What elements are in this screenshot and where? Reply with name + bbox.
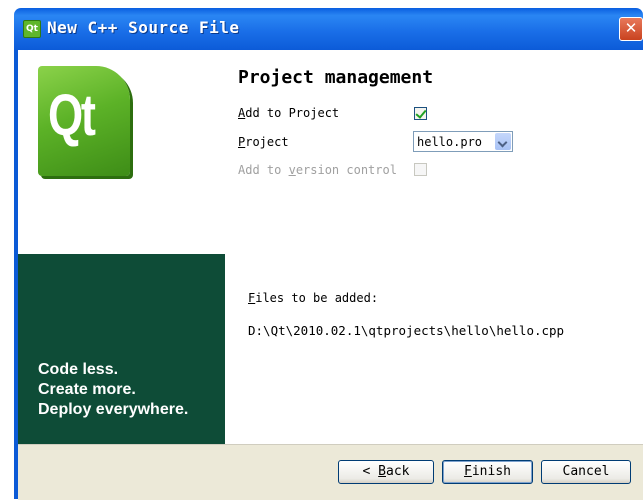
back-arrow-icon: < (362, 464, 371, 479)
chevron-down-icon[interactable] (495, 133, 511, 150)
project-select-value: hello.pro (417, 135, 483, 149)
cancel-button[interactable]: Cancel (541, 460, 631, 484)
qt-logo-icon: Qt (38, 66, 130, 176)
wizard-body: Qt Code less. Create more. Deploy everyw… (18, 50, 643, 500)
slogan-line-2: Create more. (38, 381, 136, 398)
file-path: D:\Qt\2010.02.1\qtprojects\hello\hello.c… (248, 323, 565, 338)
project-label: Project (238, 135, 289, 149)
back-button[interactable]: < Back (338, 460, 434, 484)
window-title: New C++ Source File (47, 18, 240, 37)
files-to-add-label: Files to be added: (248, 291, 379, 305)
page-title: Project management (238, 67, 434, 88)
version-control-label: Add to version control (238, 163, 397, 177)
slogan-line-3: Deploy everywhere. (38, 401, 189, 418)
qt-slogan: Code less. Create more. Deploy everywher… (38, 360, 188, 420)
qt-logo-text: Qt (48, 83, 96, 148)
button-bar: < Back Finish Cancel (18, 444, 643, 500)
add-to-project-label: Add to Project (238, 106, 340, 120)
close-button[interactable]: ✕ (619, 17, 643, 41)
add-to-project-checkbox[interactable] (414, 107, 427, 120)
finish-button[interactable]: Finish (442, 460, 533, 484)
slogan-line-1: Code less. (38, 361, 119, 378)
window-titlebar[interactable]: Qt New C++ Source File ✕ (14, 8, 643, 50)
project-select[interactable]: hello.pro (413, 131, 513, 152)
version-control-checkbox[interactable] (414, 163, 427, 176)
qt-app-icon: Qt (23, 20, 41, 38)
